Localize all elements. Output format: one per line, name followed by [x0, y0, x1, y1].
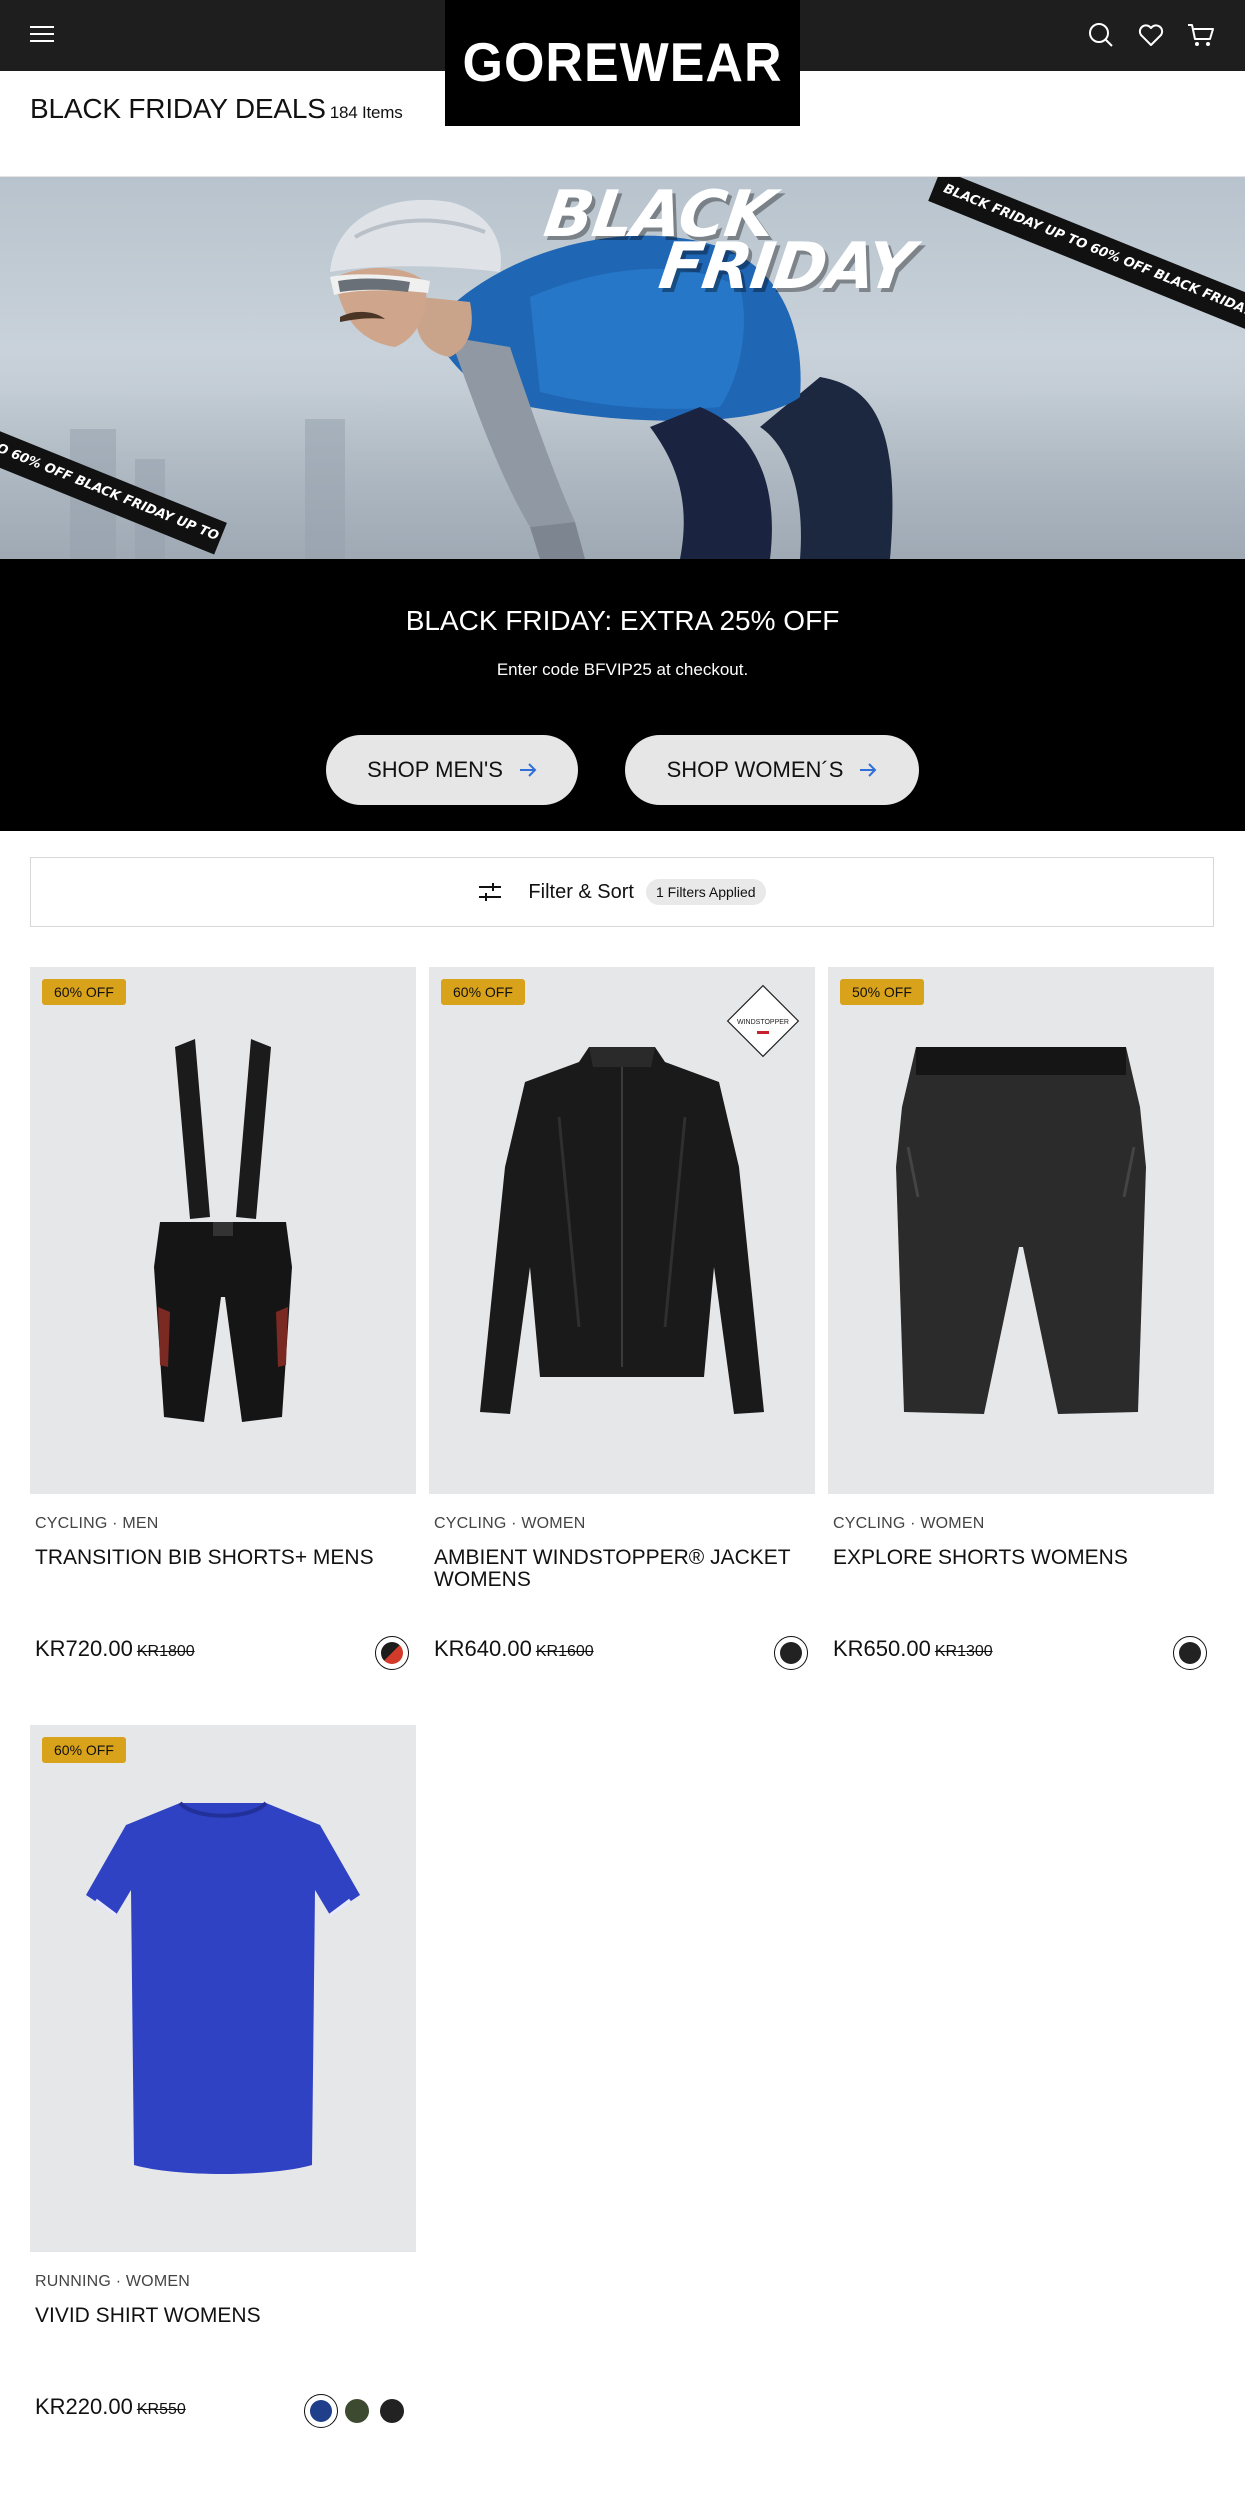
color-swatch[interactable]: [380, 2399, 404, 2423]
product-category: CYCLING · WOMEN: [833, 1515, 985, 1532]
promo-subtitle: Enter code BFVIP25 at checkout.: [496, 660, 749, 679]
discount-badge: 60% OFF: [441, 979, 525, 1005]
page-title-text: BLACK FRIDAY DEALS: [30, 93, 326, 124]
cart-icon[interactable]: [1186, 20, 1216, 50]
logo-text: GOREWEAR: [462, 32, 783, 94]
color-swatch[interactable]: [345, 2399, 369, 2423]
bib-shorts-image: [154, 1039, 292, 1422]
arrow-right-icon: [519, 763, 537, 777]
color-swatch[interactable]: [1173, 1636, 1207, 1670]
sale-price: KR640.00: [434, 1636, 532, 1661]
sale-price: KR220.00: [35, 2394, 133, 2419]
product-image[interactable]: 60% OFF: [30, 1725, 416, 2252]
promo-section: BLACK FRIDAY: EXTRA 25% OFF Enter code B…: [0, 559, 1245, 831]
sale-price: KR650.00: [833, 1636, 931, 1661]
windstopper-tag-text: WINDSTOPPER: [737, 1019, 789, 1026]
product-price: KR220.00 KR550: [35, 2394, 186, 2420]
search-icon[interactable]: [1086, 20, 1116, 50]
windstopper-tag-icon: WINDSTOPPER: [726, 984, 800, 1058]
shop-womens-button[interactable]: SHOP WOMEN´S: [625, 735, 919, 805]
product-price: KR650.00 KR1300: [833, 1636, 993, 1662]
shop-mens-button[interactable]: SHOP MEN'S: [326, 735, 578, 805]
shirt-image: [86, 1801, 360, 2174]
original-price: KR550: [136, 2401, 186, 2418]
product-price: KR640.00 KR1600: [434, 1636, 594, 1662]
product-name[interactable]: VIVID SHIRT WOMENS: [35, 2305, 405, 2327]
product-image[interactable]: 60% OFF: [30, 967, 416, 1494]
original-price: KR1300: [934, 1643, 993, 1660]
discount-badge: 60% OFF: [42, 979, 126, 1005]
discount-badge: 50% OFF: [840, 979, 924, 1005]
original-price: KR1600: [535, 1643, 594, 1660]
shorts-image: [896, 1047, 1146, 1414]
product-category: RUNNING · WOMEN: [35, 2273, 190, 2290]
product-image[interactable]: 50% OFF: [828, 967, 1214, 1494]
item-count: 184 Items: [329, 103, 403, 122]
color-swatch[interactable]: [774, 1636, 808, 1670]
wishlist-heart-icon[interactable]: [1136, 20, 1166, 50]
promo-title: BLACK FRIDAY: EXTRA 25% OFF: [405, 605, 840, 636]
hero-tape-top: BLACK FRIDAY UP TO 60% OFF BLACK FRIDAY …: [928, 177, 1245, 351]
product-name[interactable]: TRANSITION BIB SHORTS+ MENS: [35, 1547, 405, 1569]
discount-badge: 60% OFF: [42, 1737, 126, 1763]
color-swatch[interactable]: [304, 2394, 338, 2428]
filters-applied-badge: 1 Filters Applied: [645, 879, 766, 905]
product-price: KR720.00 KR1800: [35, 1636, 195, 1662]
shop-womens-label: SHOP WOMEN´S: [666, 757, 844, 782]
filter-label: Filter & Sort: [528, 880, 634, 903]
menu-icon[interactable]: [30, 22, 54, 46]
page-title: BLACK FRIDAY DEALS 184 Items: [30, 93, 403, 125]
gorewear-logo[interactable]: GOREWEAR: [445, 0, 800, 126]
product-category: CYCLING · WOMEN: [434, 1515, 586, 1532]
product-category: CYCLING · MEN: [35, 1515, 159, 1532]
color-swatch[interactable]: [375, 1636, 409, 1670]
hero-title-line2: FRIDAY: [654, 230, 918, 304]
arrow-right-icon: [860, 763, 877, 777]
shop-mens-label: SHOP MEN'S: [367, 757, 503, 782]
hero-banner[interactable]: BLACK FRIDAY BLACK FRIDAY UP TO 60% OFF …: [0, 177, 1245, 559]
product-image[interactable]: WINDSTOPPER 60% OFF: [429, 967, 815, 1494]
product-name[interactable]: AMBIENT WINDSTOPPER® JACKET WOMENS: [434, 1547, 804, 1591]
original-price: KR1800: [136, 1643, 195, 1660]
filter-sort-button[interactable]: Filter & Sort 1 Filters Applied: [30, 857, 1214, 927]
sliders-icon: [479, 883, 502, 901]
sale-price: KR720.00: [35, 1636, 133, 1661]
product-name[interactable]: EXPLORE SHORTS WOMENS: [833, 1547, 1203, 1569]
